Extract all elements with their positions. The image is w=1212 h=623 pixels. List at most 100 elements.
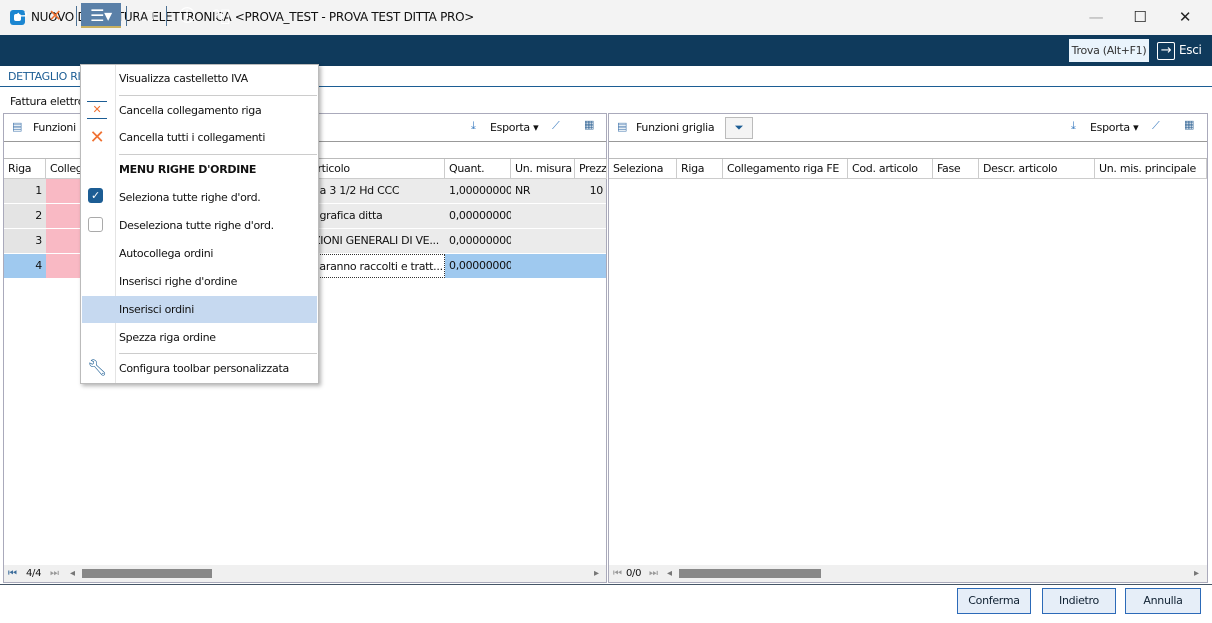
first-page-icon[interactable]: ⏮ — [8, 565, 17, 582]
checkbox-checked-icon: ✓ — [88, 188, 103, 203]
divider — [0, 584, 1212, 585]
cell-quant[interactable]: 0,00000000 — [445, 204, 511, 228]
export-label: Esporta — [490, 121, 530, 134]
dropdown-menu: Visualizza castelletto IVA ✕ Cancella co… — [80, 64, 319, 384]
menu-item-castelletto-iva[interactable]: Visualizza castelletto IVA — [119, 66, 248, 92]
grid-layout-icon[interactable]: ▦ — [584, 118, 594, 131]
cell-articolo[interactable]: ZIONI GENERALI DI VE... — [309, 229, 445, 253]
export-button[interactable]: Esporta ▾ — [1090, 121, 1139, 134]
find-button[interactable]: Trova (Alt+F1) — [1069, 39, 1149, 62]
menu-separator — [119, 95, 317, 96]
cell-riga[interactable]: 2 — [4, 204, 46, 228]
scroll-right-icon[interactable]: ▸ — [594, 565, 599, 582]
cell-articolo[interactable]: agrafica ditta — [309, 204, 445, 228]
menu-item-deseleziona-tutte[interactable]: Deseleziona tutte righe d'ord. — [119, 213, 274, 239]
cell-riga[interactable]: 1 — [4, 179, 46, 203]
last-page-icon[interactable]: ⏭ — [649, 565, 658, 582]
minimize-button[interactable]: — — [1076, 6, 1116, 28]
chart-icon[interactable]: ⟋ — [1152, 119, 1160, 133]
column-header[interactable]: Cod. articolo — [848, 159, 933, 179]
download-icon: ⤓ — [471, 119, 476, 132]
horizontal-scrollbar[interactable] — [82, 569, 212, 578]
scroll-left-icon[interactable]: ◂ — [667, 565, 672, 582]
column-header[interactable]: Un. misura — [511, 159, 575, 179]
cancel-button[interactable]: Annulla — [1125, 588, 1201, 614]
chart-icon[interactable]: ⟋ — [552, 119, 560, 133]
pager-count: 0/0 — [626, 568, 642, 579]
right-grid-header: Seleziona Riga Collegamento riga FE Cod.… — [609, 158, 1207, 179]
filter-icon[interactable]: ⏷ — [725, 117, 753, 139]
column-header[interactable]: Prezz — [575, 159, 607, 179]
cell-prezzo[interactable] — [575, 254, 607, 278]
menu-item-cancella-tutti-collegamenti[interactable]: Cancella tutti i collegamenti — [119, 125, 265, 151]
exit-icon: → — [1157, 42, 1175, 60]
cell-quant[interactable]: 1,00000000 — [445, 179, 511, 203]
cell-quant[interactable]: 0,00000000 — [445, 229, 511, 253]
right-grid-toolbar: ▤ Funzioni griglia ⏷ ⤓ Esporta ▾ ⟋ ▦ — [609, 114, 1207, 142]
grid-functions-icon: ▤ — [617, 120, 628, 133]
wrench-icon: 🔧︎ — [87, 358, 108, 377]
menu-item-spezza-riga-ordine[interactable]: Spezza riga ordine — [119, 325, 216, 351]
menu-icon[interactable]: ☰▾ — [81, 3, 121, 28]
column-header[interactable]: Un. mis. principale — [1095, 159, 1207, 179]
menu-item-autocollega-ordini[interactable]: Autocollega ordini — [119, 241, 213, 267]
delete-icon[interactable]: ✕ — [40, 3, 70, 28]
toolbar — [0, 35, 1212, 66]
grid-functions-button[interactable]: Funzioni — [33, 121, 76, 134]
menu-item-cancella-collegamento-riga[interactable]: Cancella collegamento riga — [119, 98, 262, 124]
cell-articolo[interactable]: saranno raccolti e tratt... — [309, 254, 445, 278]
exit-button[interactable]: → Esci — [1157, 40, 1202, 60]
cell-quant[interactable]: 0,00000000 — [445, 254, 511, 278]
undo-icon[interactable]: ↩ — [6, 3, 36, 28]
cell-riga[interactable]: 4 — [4, 254, 46, 278]
right-grid-pane: ▤ Funzioni griglia ⏷ ⤓ Esporta ▾ ⟋ ▦ Sel… — [608, 113, 1208, 583]
column-header[interactable]: Descr. articolo — [979, 159, 1095, 179]
export-label: Esporta — [1090, 121, 1130, 134]
column-header[interactable]: Seleziona — [609, 159, 677, 179]
grid-functions-icon: ▤ — [12, 120, 23, 133]
help-icon[interactable]: ?⃝ — [206, 3, 236, 28]
menu-section-header: MENU RIGHE D'ORDINE — [119, 163, 257, 176]
separator — [76, 6, 77, 26]
first-page-icon[interactable]: ⏮ — [613, 565, 622, 582]
menu-item-inserisci-ordini[interactable]: Inserisci ordini — [119, 297, 194, 323]
column-header[interactable]: Quant. — [445, 159, 511, 179]
cell-riga[interactable]: 3 — [4, 229, 46, 253]
column-header[interactable]: articolo — [309, 159, 445, 179]
right-grid-pager: ⏮ 0/0 ⏭ ◂ ▸ — [609, 565, 1207, 582]
grid-functions-button[interactable]: Funzioni griglia — [636, 121, 715, 134]
scroll-left-icon[interactable]: ◂ — [70, 565, 75, 582]
confirm-button[interactable]: Conferma — [957, 588, 1031, 614]
column-header[interactable]: Riga — [4, 159, 46, 179]
unlink-row-icon: ✕ — [87, 101, 107, 119]
left-grid-pager: ⏮ 4/4 ⏭ ◂ ▸ — [4, 565, 606, 582]
close-button[interactable]: ✕ — [1165, 6, 1205, 28]
cell-um[interactable] — [511, 204, 575, 228]
tab-dettaglio[interactable]: DETTAGLIO RI — [8, 70, 81, 83]
cell-prezzo[interactable]: 10 — [575, 179, 607, 203]
column-header[interactable]: Collegamento riga FE — [723, 159, 848, 179]
cell-articolo[interactable]: da 3 1/2 Hd CCC — [309, 179, 445, 203]
cell-um[interactable]: NR — [511, 179, 575, 203]
download-icon: ⤓ — [1071, 119, 1076, 132]
export-button[interactable]: Esporta ▾ — [490, 121, 539, 134]
menu-item-seleziona-tutte[interactable]: Seleziona tutte righe d'ord. — [119, 185, 261, 211]
last-page-icon[interactable]: ⏭ — [50, 565, 59, 582]
menu-item-configura-toolbar[interactable]: Configura toolbar personalizzata — [119, 356, 289, 382]
column-header[interactable]: Riga — [677, 159, 723, 179]
back-button[interactable]: Indietro — [1042, 588, 1116, 614]
column-header[interactable]: Fase — [933, 159, 979, 179]
horizontal-scrollbar[interactable] — [679, 569, 821, 578]
info-icon[interactable]: ⓘ — [172, 3, 202, 28]
scroll-right-icon[interactable]: ▸ — [1194, 565, 1199, 582]
exit-label: Esci — [1179, 43, 1202, 57]
menu-item-inserisci-righe-ordine[interactable]: Inserisci righe d'ordine — [119, 269, 237, 295]
checkbox-unchecked-icon — [88, 217, 103, 232]
cell-prezzo[interactable] — [575, 229, 607, 253]
monitor-icon[interactable]: 🖵 — [131, 3, 161, 28]
grid-layout-icon[interactable]: ▦ — [1184, 118, 1194, 131]
cell-prezzo[interactable] — [575, 204, 607, 228]
cell-um[interactable] — [511, 229, 575, 253]
cell-um[interactable] — [511, 254, 575, 278]
maximize-button[interactable]: ☐ — [1120, 6, 1160, 28]
